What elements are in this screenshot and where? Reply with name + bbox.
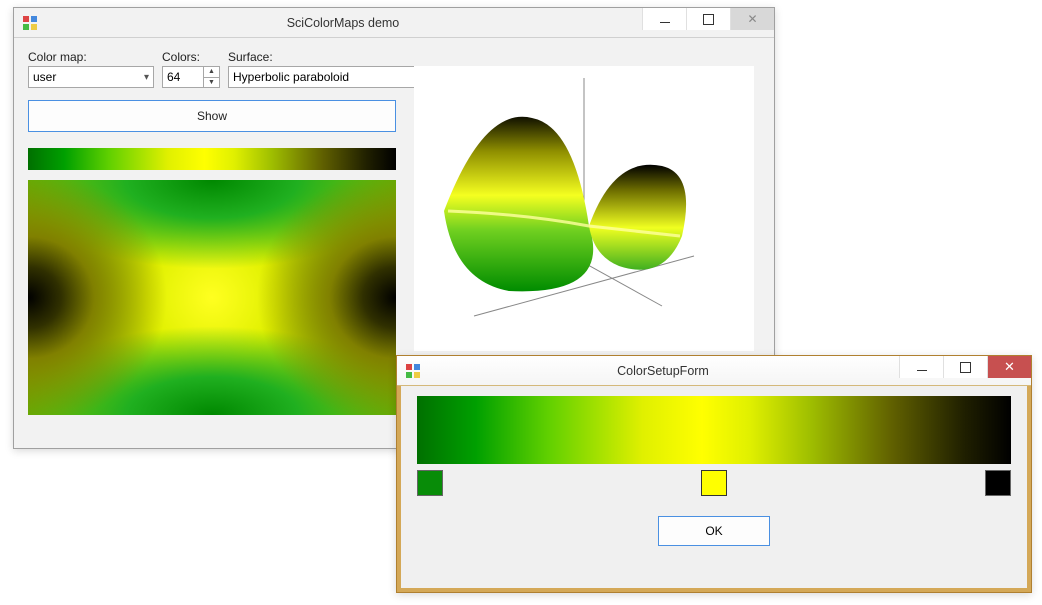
close-button[interactable] xyxy=(730,8,774,30)
color-setup-window: ColorSetupForm OK xyxy=(396,355,1032,593)
app-icon xyxy=(405,363,421,379)
colormap-label: Color map: xyxy=(28,50,154,64)
setup-titlebar[interactable]: ColorSetupForm xyxy=(397,356,1031,386)
colors-label: Colors: xyxy=(162,50,220,64)
surface-label: Surface: xyxy=(228,50,430,64)
colormap-value: user xyxy=(33,70,56,84)
app-icon xyxy=(22,15,38,31)
maximize-button[interactable] xyxy=(686,8,730,30)
heatmap-preview xyxy=(28,180,396,415)
ok-button-label: OK xyxy=(705,524,722,538)
chevron-down-icon: ▾ xyxy=(144,72,149,83)
setup-title: ColorSetupForm xyxy=(427,364,899,378)
gradient-editor-strip[interactable] xyxy=(417,396,1011,464)
colors-value: 64 xyxy=(163,67,203,87)
main-titlebar[interactable]: SciColorMaps demo xyxy=(14,8,774,38)
surface-value: Hyperbolic paraboloid xyxy=(233,70,349,84)
main-title: SciColorMaps demo xyxy=(44,16,642,30)
close-button[interactable] xyxy=(987,356,1031,378)
swatch-right[interactable] xyxy=(985,470,1011,496)
surface-select[interactable]: Hyperbolic paraboloid ▾ xyxy=(228,66,430,88)
minimize-button[interactable] xyxy=(642,8,686,30)
show-button-label: Show xyxy=(197,109,227,123)
swatch-left[interactable] xyxy=(417,470,443,496)
spin-down-icon[interactable]: ▼ xyxy=(204,78,219,88)
ok-button[interactable]: OK xyxy=(658,516,770,546)
swatch-row xyxy=(417,470,1011,498)
surface-3d-plot xyxy=(414,66,754,351)
swatch-mid[interactable] xyxy=(701,470,727,496)
spin-buttons: ▲ ▼ xyxy=(203,67,219,87)
colormap-strip xyxy=(28,148,396,170)
show-button[interactable]: Show xyxy=(28,100,396,132)
spin-up-icon[interactable]: ▲ xyxy=(204,67,219,78)
window-controls xyxy=(642,8,774,37)
minimize-button[interactable] xyxy=(899,356,943,378)
colors-stepper[interactable]: 64 ▲ ▼ xyxy=(162,66,220,88)
colormap-select[interactable]: user ▾ xyxy=(28,66,154,88)
maximize-button[interactable] xyxy=(943,356,987,378)
window-controls xyxy=(899,356,1031,385)
